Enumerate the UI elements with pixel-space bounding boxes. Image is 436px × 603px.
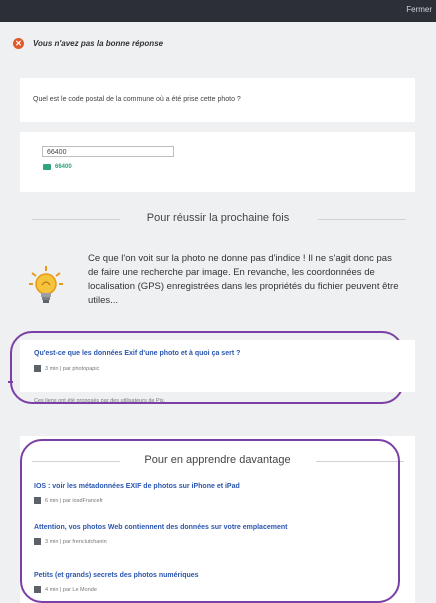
highlight-oval (20, 439, 400, 603)
tip-text: Ce que l'on voit sur la photo ne donne p… (88, 253, 399, 306)
error-icon: ✕ (13, 38, 24, 49)
top-bar: Fermer (0, 0, 436, 22)
suggested-resource-card: Qu'est-ce que les données Exif d'une pho… (20, 340, 415, 392)
lightbulb-icon (28, 265, 64, 310)
answer-field: 66400 (42, 146, 174, 157)
tip-heading: Pour réussir la prochaine fois (146, 212, 290, 224)
divider (32, 219, 120, 220)
annotation-mark (8, 381, 13, 383)
correct-answer: 66400 (43, 164, 72, 170)
close-button[interactable]: Fermer (406, 5, 432, 14)
error-message: Vous n'avez pas la bonne réponse (33, 39, 164, 48)
tip-heading-row: Pour réussir la prochaine fois (0, 212, 436, 224)
suggested-by-note: Ces liens ont été proposés par des utili… (34, 398, 166, 404)
resource-meta-text: 3 min | par photopapic (45, 365, 100, 372)
resource-link[interactable]: Qu'est-ce que les données Exif d'une pho… (34, 350, 240, 357)
check-icon (43, 164, 51, 170)
resource-meta: 3 min | par photopapic (34, 365, 99, 372)
correct-answer-value: 66400 (55, 164, 72, 170)
question-card: Quel est le code postal de la commune où… (20, 78, 415, 122)
answer-card: 66400 66400 (20, 132, 415, 192)
divider (318, 219, 406, 220)
question-text: Quel est le code postal de la commune où… (33, 96, 241, 103)
error-feedback: ✕ Vous n'avez pas la bonne réponse (13, 38, 163, 49)
document-icon (34, 365, 41, 372)
